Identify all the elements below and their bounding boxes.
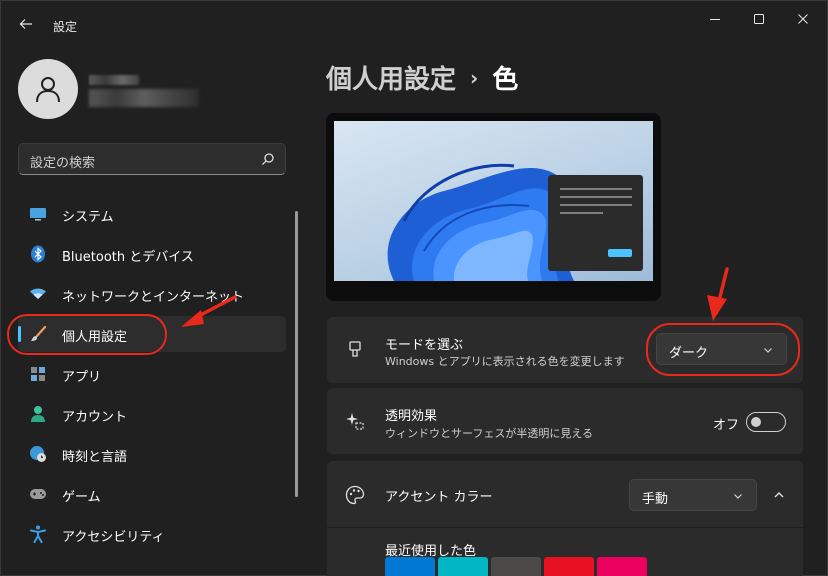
sidebar-item-label: アクセシビリティ (62, 530, 165, 545)
wifi-icon (29, 285, 47, 303)
transparency-sparkle-icon (345, 411, 365, 431)
user-name-redacted (89, 75, 139, 85)
recent-color-swatch[interactable] (544, 557, 594, 576)
back-arrow-icon (19, 19, 32, 29)
preview-dialog-lines-icon (560, 188, 632, 257)
sidebar-item-label: 時刻と言語 (62, 450, 128, 465)
recent-color-swatch[interactable] (438, 557, 488, 576)
sidebar-item-accounts[interactable]: アカウント (18, 396, 286, 432)
sidebar-item-time-language[interactable]: 時刻と言語 (18, 436, 286, 472)
user-icon (36, 77, 60, 103)
gamepad-icon (29, 485, 47, 503)
accent-value: 手動 (642, 492, 669, 507)
sidebar-item-network[interactable]: ネットワークとインターネット (18, 276, 286, 312)
close-icon (798, 14, 808, 24)
accessibility-icon (29, 525, 47, 543)
sidebar-item-label: アプリ (62, 370, 102, 385)
divider (327, 527, 803, 528)
maximize-icon (754, 14, 764, 24)
sidebar-scrollbar[interactable] (295, 211, 298, 497)
search-input[interactable]: 設定の検索 (18, 143, 286, 175)
sidebar-item-accessibility[interactable]: アクセシビリティ (18, 516, 286, 552)
sidebar-item-gaming[interactable]: ゲーム (18, 476, 286, 512)
accent-collapse-button[interactable] (765, 483, 793, 507)
avatar[interactable] (18, 59, 78, 119)
sidebar-item-label: アカウント (62, 410, 128, 425)
search-icon (262, 153, 274, 165)
back-button[interactable] (13, 11, 39, 37)
accent-title: アクセント カラー (385, 490, 493, 505)
minimize-button[interactable] (693, 5, 737, 33)
minimize-icon (710, 19, 720, 20)
monitor-icon (29, 205, 47, 223)
sidebar-item-label: ゲーム (62, 490, 101, 505)
window-title: 設定 (53, 20, 78, 34)
accent-dropdown[interactable]: 手動 (629, 479, 757, 511)
preview-dialog (548, 175, 643, 271)
mode-subtitle: Windows とアプリに表示される色を変更します (385, 355, 625, 368)
sidebar-item-label: システム (62, 210, 114, 225)
sidebar-item-system[interactable]: システム (18, 196, 286, 232)
breadcrumb-parent[interactable]: 個人用設定 (326, 65, 456, 95)
apps-icon (29, 365, 47, 383)
search-placeholder: 設定の検索 (30, 156, 96, 171)
sidebar-item-label: Bluetooth とデバイス (62, 250, 194, 265)
chevron-down-icon (734, 494, 742, 499)
sidebar-item-bluetooth[interactable]: Bluetooth とデバイス (18, 236, 286, 272)
close-button[interactable] (781, 5, 825, 33)
toggle-knob (751, 417, 761, 427)
transparency-state-label: オフ (713, 418, 740, 433)
annotation-highlight-nav (7, 314, 167, 355)
paint-bucket-icon (345, 340, 365, 360)
settings-window: 設定 設定の検索 システム Bluetooth とデバイス ネットワークとインタ… (0, 0, 828, 576)
transparency-title: 透明効果 (385, 409, 438, 424)
palette-icon (345, 485, 365, 505)
transparency-toggle[interactable] (746, 412, 786, 432)
breadcrumb: 個人用設定 › 色 (326, 59, 518, 96)
bluetooth-icon (29, 245, 47, 263)
annotation-highlight-dropdown (646, 323, 800, 376)
chevron-up-icon (774, 492, 784, 498)
globe-clock-icon (29, 445, 47, 463)
mode-title: モードを選ぶ (385, 338, 464, 353)
recent-color-swatch[interactable] (491, 557, 541, 576)
maximize-button[interactable] (737, 5, 781, 33)
page-title: 色 (492, 65, 519, 95)
recent-color-swatch[interactable] (597, 557, 647, 576)
breadcrumb-separator: › (470, 66, 479, 90)
annotation-arrow-icon (181, 295, 237, 327)
recent-color-swatch[interactable] (385, 557, 435, 576)
person-icon (29, 405, 47, 423)
annotation-arrow-icon (707, 267, 729, 321)
transparency-subtitle: ウィンドウとサーフェスが半透明に見える (385, 427, 594, 440)
user-email-redacted (89, 89, 199, 107)
title-bar: 設定 (1, 1, 828, 49)
sidebar-item-apps[interactable]: アプリ (18, 356, 286, 392)
